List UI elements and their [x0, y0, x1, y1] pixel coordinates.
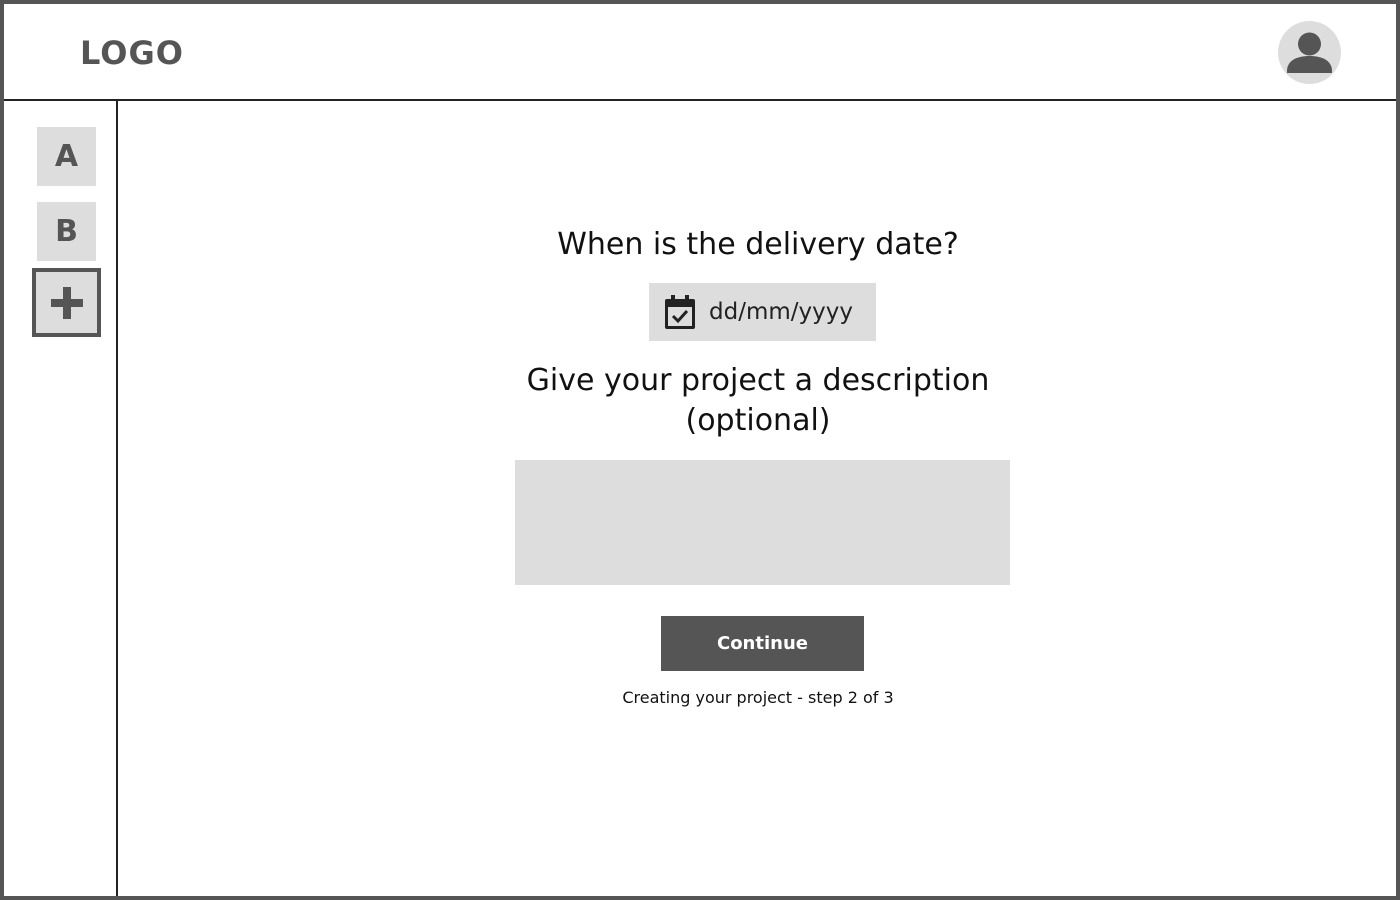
description-question-line2: (optional): [685, 403, 831, 438]
user-silhouette-icon: [1287, 32, 1332, 73]
logo: LOGO: [80, 34, 184, 72]
main-content: When is the delivery date? dd/mm/yyyy Gi…: [120, 103, 1396, 896]
date-placeholder: dd/mm/yyyy: [709, 299, 853, 325]
continue-button[interactable]: Continue: [661, 616, 864, 671]
sidebar-item-b[interactable]: B: [37, 202, 96, 261]
description-question-line1: Give your project a description: [526, 363, 990, 398]
step-indicator: Creating your project - step 2 of 3: [622, 688, 894, 707]
app-window: LOGO A B When is the delivery date? dd/m…: [0, 0, 1400, 900]
delivery-date-input[interactable]: dd/mm/yyyy: [649, 283, 876, 341]
calendar-check-icon: [665, 295, 695, 329]
add-project-button[interactable]: [32, 268, 101, 337]
delivery-date-question: When is the delivery date?: [557, 227, 959, 262]
description-question: Give your project a description (optiona…: [120, 361, 1396, 441]
header: LOGO: [4, 4, 1396, 101]
sidebar: A B: [4, 101, 118, 896]
description-textarea[interactable]: [515, 460, 1010, 585]
sidebar-item-a[interactable]: A: [37, 127, 96, 186]
user-avatar-icon[interactable]: [1278, 21, 1341, 84]
plus-icon: [50, 286, 83, 319]
